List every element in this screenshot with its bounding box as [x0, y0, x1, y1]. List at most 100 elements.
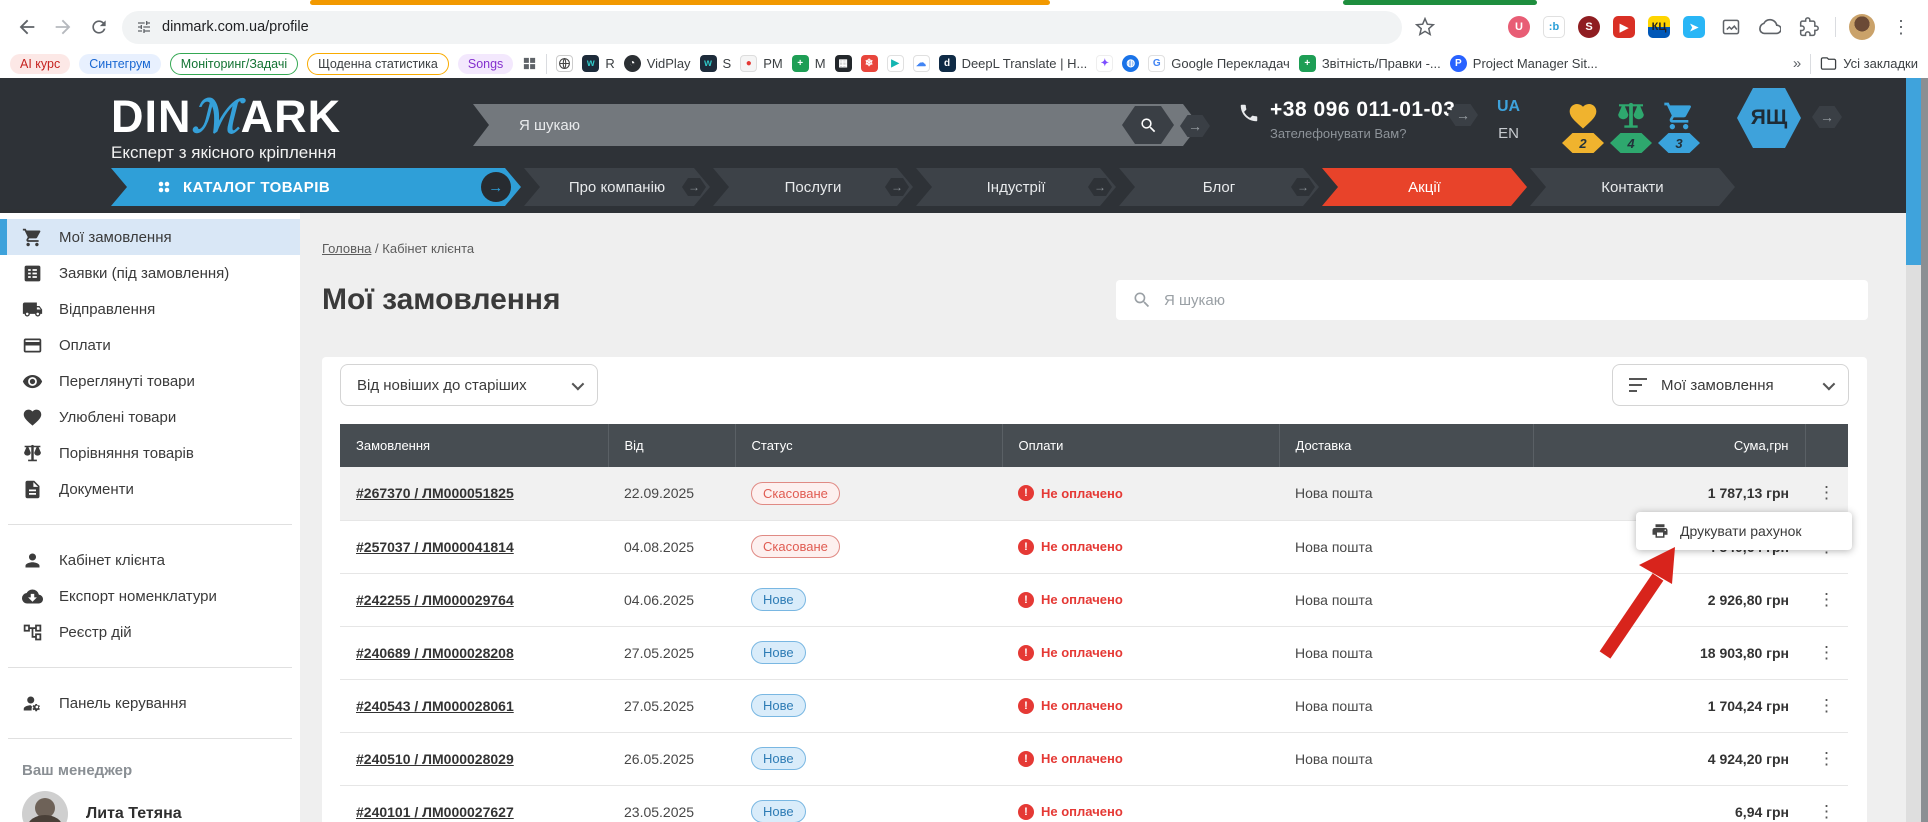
bookmark-red-favicon[interactable]: ❄ — [860, 55, 878, 72]
bookmark-syntegrum[interactable]: Синтегрум — [79, 53, 161, 74]
bookmark-play-favicon[interactable]: ▶ — [886, 55, 904, 72]
order-link[interactable]: #242255 / ЛМ000029764 — [340, 573, 608, 627]
bookmark-google-translate[interactable]: G Google Перекладач — [1148, 55, 1290, 72]
nav-blog[interactable]: Блог → — [1119, 168, 1319, 206]
row-menu-icon[interactable]: ⋮ — [1805, 785, 1848, 822]
bookmark-daily-stats[interactable]: Щоденна статистика — [307, 52, 449, 75]
profile-avatar[interactable] — [1849, 14, 1875, 40]
bookmarks-overflow-chevron[interactable]: » — [1793, 55, 1801, 72]
catalog-button[interactable]: КАТАЛОГ ТОВАРІВ → — [111, 168, 521, 206]
nav-industries[interactable]: Індустрії → — [916, 168, 1116, 206]
sidebar-item-export[interactable]: Експорт номенклатури — [0, 578, 300, 614]
all-bookmarks-button[interactable]: Усі закладки — [1820, 55, 1918, 72]
bookmark-monitoring[interactable]: Моніторинг/Задачі — [169, 52, 299, 75]
order-link[interactable]: #257037 / ЛМ000041814 — [340, 520, 608, 574]
order-link[interactable]: #240543 / ЛМ000028061 — [340, 679, 608, 733]
bookmark-sparkle-favicon[interactable]: ✦ — [1096, 55, 1114, 72]
bookmark-cloud-favicon[interactable]: ☁ — [912, 55, 930, 72]
sidebar-item-documents[interactable]: Документи — [0, 471, 300, 507]
lang-ua[interactable]: UA — [1497, 98, 1520, 116]
back-icon[interactable] — [14, 14, 40, 40]
sidebar-item-action-log[interactable]: Реєстр дій — [0, 614, 300, 650]
row-menu-icon[interactable]: ⋮ — [1805, 626, 1848, 680]
language-switch: UA EN — [1497, 98, 1520, 142]
unpaid-icon: ! — [1018, 644, 1034, 661]
bookmark-vidplay[interactable]: ◔ VidPlay — [623, 55, 691, 72]
bookmark-deepl[interactable]: d DeepL Translate | H... — [938, 55, 1087, 72]
scrollbar-thumb[interactable] — [1906, 78, 1921, 265]
forward-icon[interactable] — [50, 14, 76, 40]
bookmark-project-manager[interactable]: P Project Manager Sit... — [1449, 55, 1598, 72]
bookmark-m[interactable]: + M — [791, 55, 826, 72]
sidebar-item-requests[interactable]: Заявки (під замовлення) — [0, 255, 300, 291]
compare-button[interactable] — [1614, 100, 1648, 132]
bookmark-r[interactable]: wR — [582, 55, 615, 72]
row-menu-icon[interactable]: ⋮ — [1805, 679, 1848, 733]
nav-about[interactable]: Про компанію → — [524, 168, 710, 206]
delivery-cell: Нова пошта — [1279, 573, 1533, 627]
lang-en[interactable]: EN — [1497, 125, 1520, 142]
bookmark-circle-favicon[interactable]: ◍ — [1122, 55, 1140, 72]
bookmark-ai-kurs[interactable]: AI курс — [10, 53, 71, 74]
sidebar-item-payments[interactable]: Оплати — [0, 327, 300, 363]
order-link[interactable]: #240510 / ЛМ000028029 — [340, 732, 608, 786]
ext-seo-icon[interactable]: S — [1578, 16, 1600, 38]
bookmark-vidplay-favicon: ◔ — [623, 55, 641, 72]
callback-link[interactable]: Зателефонувати Вам? — [1270, 126, 1455, 141]
ext-ublock-icon[interactable]: U — [1508, 16, 1530, 38]
orders-filter-dropdown[interactable]: Мої замовлення — [1612, 364, 1849, 406]
apps-grid-icon[interactable] — [522, 56, 537, 71]
extensions-puzzle-icon[interactable] — [1796, 14, 1822, 40]
sidebar-item-client-cabinet[interactable]: Кабінет клієнта — [0, 542, 300, 578]
sidebar-item-my-orders[interactable]: Мої замовлення — [0, 219, 300, 255]
url-text[interactable]: dinmark.com.ua/profile — [162, 19, 309, 35]
url-bar[interactable]: dinmark.com.ua/profile — [122, 10, 1402, 44]
nav-promotions[interactable]: Акції — [1322, 168, 1527, 206]
sidebar-item-compare[interactable]: Порівняння товарів — [0, 435, 300, 471]
phone-block[interactable]: +38 096 011-01-03 Зателефонувати Вам? — [1238, 98, 1455, 141]
site-settings-icon[interactable] — [136, 19, 152, 35]
sidebar-item-shipments[interactable]: Відправлення — [0, 291, 300, 327]
bookmark-globe-icon[interactable] — [556, 55, 574, 72]
account-avatar[interactable]: ЯЩ — [1737, 88, 1801, 148]
order-link[interactable]: #267370 / ЛМ000051825 — [340, 467, 608, 521]
site-logo[interactable]: DINℳARK Експерт з якісного кріплення — [111, 94, 341, 163]
bookmark-dark-favicon[interactable]: ▦ — [834, 55, 852, 72]
sidebar-item-viewed[interactable]: Переглянуті товари — [0, 363, 300, 399]
table-row[interactable]: #240510 / ЛМ000028029 26.05.2025 Нове ! Н… — [340, 732, 1848, 786]
sort-dropdown[interactable]: Від новіших до старіших — [340, 364, 598, 406]
breadcrumb-home-link[interactable]: Головна — [322, 241, 371, 256]
favorites-button[interactable] — [1566, 100, 1600, 132]
bookmark-star-icon[interactable] — [1412, 14, 1438, 40]
nav-contacts[interactable]: Контакти — [1530, 168, 1735, 206]
ext-send-icon[interactable]: ➤ — [1683, 16, 1705, 38]
ext-b-icon[interactable]: :b — [1543, 16, 1565, 38]
account-more-icon[interactable]: → — [1812, 106, 1842, 128]
bookmark-s[interactable]: wS — [699, 55, 731, 72]
row-menu-icon[interactable]: ⋮ — [1805, 732, 1848, 786]
header-search-input[interactable]: Я шукаю — [473, 104, 1199, 146]
status-badge: Нове — [751, 747, 806, 770]
orders-search-input[interactable]: Я шукаю — [1116, 280, 1868, 320]
table-row[interactable]: #267370 / ЛМ000051825 22.09.2025 Скасова… — [340, 467, 1848, 521]
table-row[interactable]: #240543 / ЛМ000028061 27.05.2025 Нове ! Н… — [340, 679, 1848, 733]
browser-menu-icon[interactable]: ⋮ — [1888, 14, 1914, 40]
table-row[interactable]: #240101 / ЛМ000027627 23.05.2025 Нове ! Н… — [340, 785, 1848, 822]
ext-video-icon[interactable]: ▶ — [1613, 16, 1635, 38]
order-link[interactable]: #240101 / ЛМ000027627 — [340, 785, 608, 822]
media-icon[interactable] — [1718, 14, 1744, 40]
nav-industries-arrow-icon: → — [1088, 178, 1112, 196]
order-link[interactable]: #240689 / ЛМ000028208 — [340, 626, 608, 680]
reload-icon[interactable] — [86, 14, 112, 40]
sidebar-item-control-panel[interactable]: Панель керування — [0, 685, 300, 721]
cloud-icon[interactable] — [1757, 14, 1783, 40]
bookmark-zvitnist[interactable]: + Звітність/Правки -... — [1298, 55, 1441, 72]
bookmark-pm[interactable]: ● PM — [740, 55, 783, 72]
bookmark-songs[interactable]: Songs — [457, 53, 514, 74]
nav-services[interactable]: Послуги → — [713, 168, 913, 206]
sidebar-item-favorites[interactable]: Улюблені товари — [0, 399, 300, 435]
row-menu-icon[interactable]: ⋮ — [1805, 573, 1848, 627]
cart-button[interactable] — [1662, 100, 1696, 132]
ext-flag-icon[interactable]: КЦ — [1648, 16, 1670, 38]
phone-number[interactable]: +38 096 011-01-03 — [1270, 98, 1455, 122]
